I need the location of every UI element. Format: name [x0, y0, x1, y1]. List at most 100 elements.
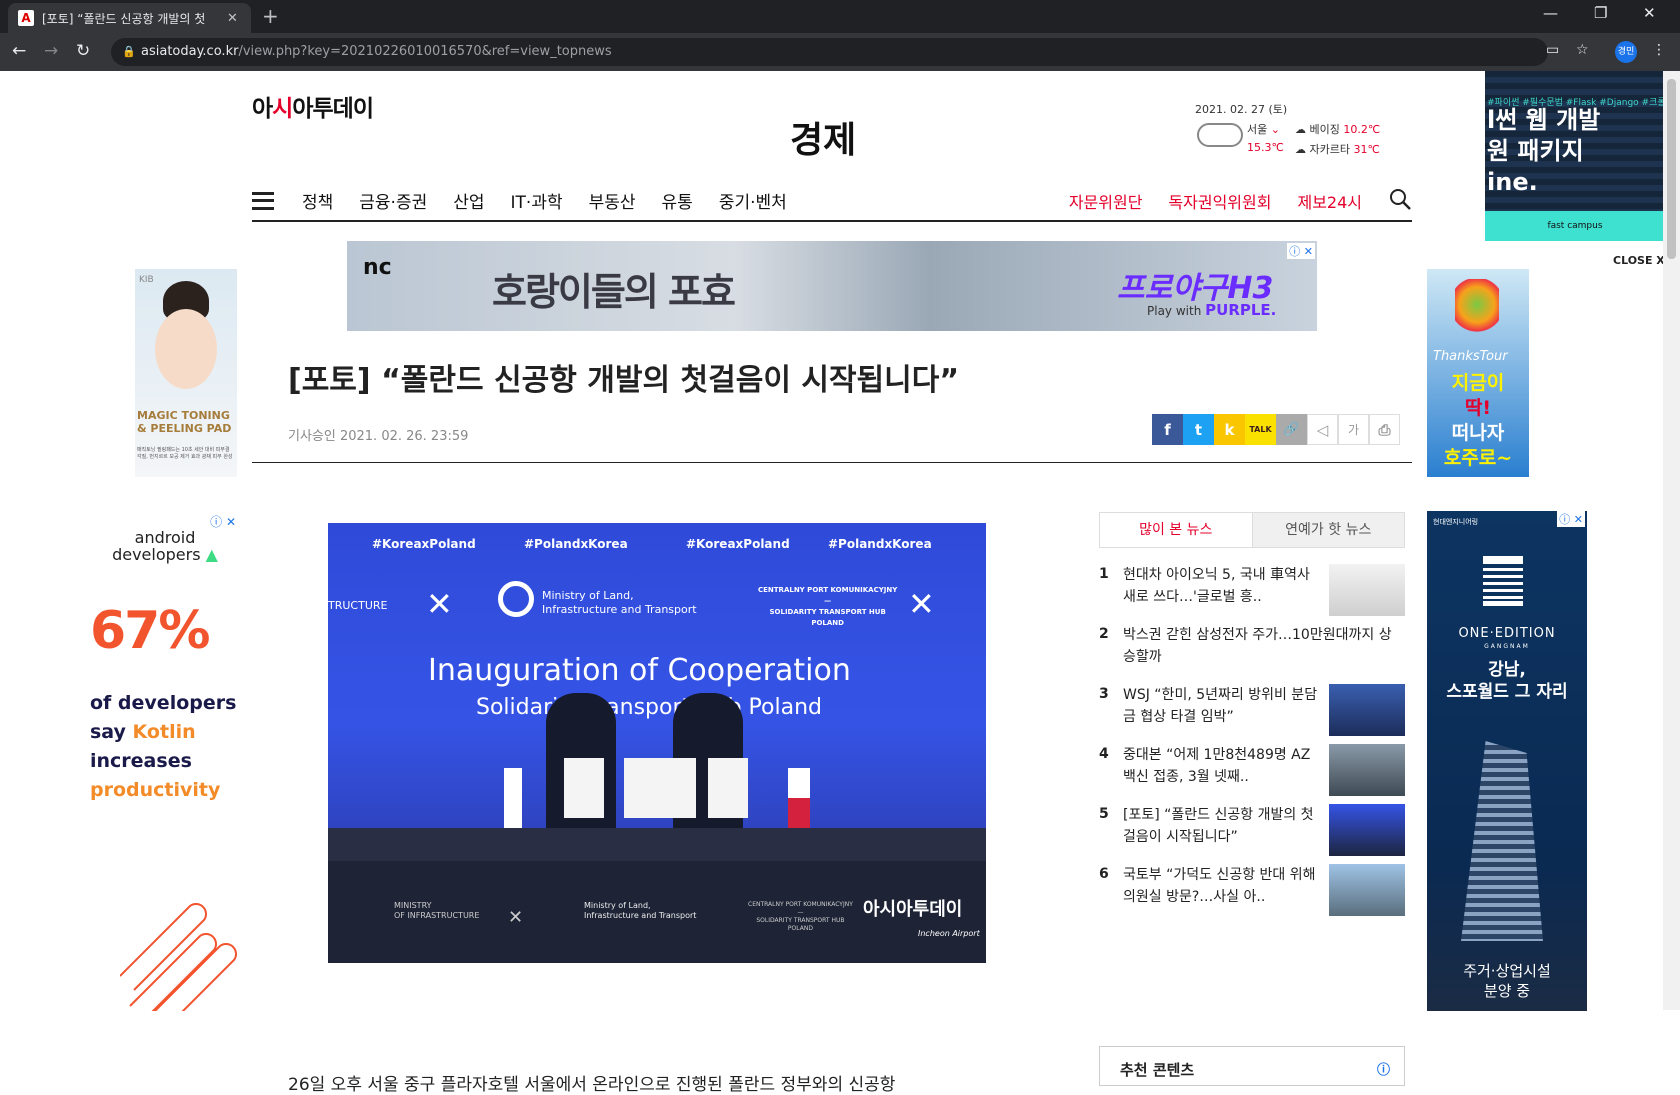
ad-choices-icon[interactable]: ⓘ ✕: [1287, 243, 1315, 259]
ranking-number: 6: [1099, 866, 1109, 882]
back-arrow-icon[interactable]: ←: [12, 41, 26, 61]
site-logo[interactable]: 아시아투데이: [252, 89, 374, 123]
weather-city-select[interactable]: 서울 ⌄: [1247, 121, 1280, 137]
nav-item-industry[interactable]: 산업: [453, 188, 484, 213]
browser-tab[interactable]: A [포토] “폴란드 신공항 개발의 첫 ✕: [8, 3, 251, 33]
article-headline: [포토] “폴란드 신공항 개발의 첫걸음이 시작됩니다”: [288, 363, 960, 398]
logo-suffix: 아투데이: [292, 96, 374, 122]
android-developers-logo: android developers ▲: [112, 528, 218, 564]
ad-choices-icon[interactable]: ⓘ ✕: [1557, 511, 1585, 527]
browser-toolbar: ← → ↻ 🔒 asiatoday.co.kr/view.php?key=202…: [0, 33, 1680, 71]
nav-item-distribution[interactable]: 유통: [662, 188, 693, 213]
forward-arrow-icon[interactable]: →: [44, 41, 58, 61]
ad-brand: nc: [363, 255, 392, 280]
minimize-button[interactable]: —: [1543, 4, 1558, 22]
right-one-edition-ad[interactable]: 현대엔지니어링 ⓘ ✕ ONE·EDITION GANGNAM 강남, 스포월드 …: [1427, 511, 1587, 1011]
nav-item-finance[interactable]: 금융·증권: [359, 188, 427, 213]
nav-item-it-science[interactable]: IT·과학: [511, 188, 563, 213]
ad-brand: ThanksTour: [1433, 349, 1508, 364]
photo-solidarity: Solidarity Transport Hub Poland: [476, 695, 823, 720]
korea-flag: [504, 768, 522, 828]
left-skyscraper-ad[interactable]: KIB MAGIC TONING & PEELING PAD 매직토닝 필링패드…: [135, 269, 237, 477]
photo-inauguration: Inauguration of Cooperation: [428, 653, 851, 688]
section-title[interactable]: 경제: [790, 111, 856, 163]
article-header-rule: [252, 462, 1412, 463]
seoul-temp: 15.3℃: [1247, 141, 1284, 154]
ranking-number: 4: [1099, 746, 1109, 762]
ranking-panel: 많이 본 뉴스 연예가 핫 뉴스 1 현대차 아이오닉 5, 국내 車역사 새로…: [1099, 512, 1405, 916]
ad-choices-icon[interactable]: ⓘ ✕: [210, 513, 236, 530]
link-copy-icon[interactable]: 🔗: [1276, 414, 1307, 445]
ad-sub-brand: GANGNAM: [1484, 643, 1530, 650]
right-skyscraper-ad[interactable]: ThanksTour 지금이 딱! 떠나자 호주로~: [1427, 269, 1529, 477]
font-size-icon[interactable]: 가: [1338, 414, 1369, 445]
recommended-content[interactable]: 추천 콘텐츠 ⓘ: [1099, 1046, 1405, 1086]
ranking-title: 현대차 아이오닉 5, 국내 車역사 새로 쓰다…'글로벌 흥..: [1123, 567, 1310, 605]
ad-brand: ONE·EDITION: [1458, 626, 1556, 641]
tab-popular-news[interactable]: 많이 본 뉴스: [1100, 513, 1252, 547]
nav-item-sme-venture[interactable]: 중기·벤처: [719, 188, 787, 213]
ranking-item[interactable]: 1 현대차 아이오닉 5, 국내 車역사 새로 쓰다…'글로벌 흥..: [1099, 556, 1405, 616]
ranking-item[interactable]: 4 중대본 “어제 1만8천489명 AZ백신 접종, 3월 넷째..: [1099, 736, 1405, 796]
close-ad-button[interactable]: CLOSE X: [1613, 254, 1665, 267]
kakaostory-share-icon[interactable]: k: [1214, 414, 1245, 445]
ranking-title: WSJ “한미, 5년짜리 방위비 분담금 협상 타결 임박”: [1123, 687, 1318, 725]
share-toolbar: f t k TALK 🔗 ◁ 가 ⎙: [1152, 414, 1400, 445]
print-icon[interactable]: ⎙: [1369, 414, 1400, 445]
ranking-number: 2: [1099, 626, 1109, 642]
scrollbar-thumb[interactable]: [1667, 79, 1676, 259]
page-scrollbar[interactable]: [1663, 71, 1680, 1010]
speaker-icon[interactable]: ◁: [1307, 414, 1338, 445]
tab-entertainment-news[interactable]: 연예가 핫 뉴스: [1251, 513, 1404, 547]
ranking-thumbnail: [1329, 684, 1405, 736]
article-body-first-line: 26일 오후 서울 중구 플라자호텔 서울에서 온라인으로 진행된 폴란드 정부…: [288, 1075, 896, 1095]
article-byline: 기사승인 2021. 02. 26. 23:59: [288, 429, 469, 444]
article-photo[interactable]: #KoreaxPoland #PolandxKorea #KoreaxPolan…: [328, 523, 986, 963]
nav-tip24[interactable]: 제보24시: [1297, 189, 1362, 213]
ranking-item[interactable]: 5 [포토] “폴란드 신공항 개발의 첫걸음이 시작됩니다”: [1099, 796, 1405, 856]
facebook-share-icon[interactable]: f: [1152, 414, 1183, 445]
kakaotalk-share-icon[interactable]: TALK: [1245, 414, 1276, 445]
nav-reader-rights[interactable]: 독자권익위원회: [1168, 189, 1271, 213]
address-bar[interactable]: 🔒 asiatoday.co.kr/view.php?key=202102260…: [111, 38, 1548, 66]
logo-prefix: 아: [252, 96, 273, 122]
close-window-button[interactable]: ✕: [1643, 4, 1656, 22]
url-path: /view.php?key=20210226010016570&ref=view…: [238, 44, 612, 59]
cloud-icon: [1197, 123, 1243, 147]
ranking-item[interactable]: 3 WSJ “한미, 5년짜리 방위비 분담금 협상 타결 임박”: [1099, 676, 1405, 736]
twitter-share-icon[interactable]: t: [1183, 414, 1214, 445]
ad-small-text: 매직토닝 필링패드는 10초 세안 대비 피부결 각질, 번지르르 모공 제거 …: [137, 447, 233, 460]
nav-item-real-estate[interactable]: 부동산: [589, 188, 636, 213]
hamburger-menu-icon[interactable]: [252, 191, 274, 210]
url-host: asiatoday.co.kr: [141, 44, 239, 59]
ranking-thumbnail: [1329, 564, 1405, 616]
tab-close-icon[interactable]: ✕: [227, 11, 245, 26]
page-content: 아시아투데이 경제 2021. 02. 27 (토) 서울 ⌄ 15.3℃ ☁ …: [0, 71, 1680, 1095]
weather-city-a: ☁ 베이징 10.2℃: [1295, 123, 1381, 136]
profile-avatar[interactable]: 경민: [1615, 41, 1637, 63]
left-android-ad[interactable]: ⓘ ✕ android developers ▲ 67% of developer…: [90, 511, 240, 1011]
nav-item-policy[interactable]: 정책: [302, 188, 333, 213]
ranking-title: 국토부 “가덕도 신공항 반대 위해 의원실 방문?…사실 아..: [1123, 867, 1316, 905]
ranking-item[interactable]: 2 박스권 갇힌 삼성전자 주가…10만원대까지 상승할까: [1099, 616, 1405, 672]
reload-icon[interactable]: ↻: [76, 41, 90, 61]
cast-blocked-icon[interactable]: ▭: [1546, 42, 1559, 58]
bookmark-star-icon[interactable]: ☆: [1576, 42, 1589, 58]
ranking-title: 박스권 갇힌 삼성전자 주가…10만원대까지 상승할까: [1123, 627, 1392, 665]
maximize-button[interactable]: ❐: [1594, 4, 1607, 22]
floating-course-ad[interactable]: #파이썬 #필수문법 #Flask #Django #크롤링 #실전 l썬 웹 …: [1485, 71, 1665, 241]
weather-city-b: ☁ 자카르타 31℃: [1295, 143, 1380, 156]
ranking-thumbnail: [1329, 804, 1405, 856]
ad-play-with: Play with PURPLE.: [1147, 301, 1277, 319]
ranking-item[interactable]: 6 국토부 “가덕도 신공항 반대 위해 의원실 방문?…사실 아..: [1099, 856, 1405, 916]
ranking-number: 1: [1099, 566, 1109, 582]
nav-advisory[interactable]: 자문위원단: [1069, 189, 1143, 213]
ad-info-icon[interactable]: ⓘ: [1377, 1059, 1390, 1078]
photo-bottom-right: CENTRALNY PORT KOMUNIKACYJNY — SOLIDARIT…: [748, 901, 853, 932]
search-icon[interactable]: [1388, 187, 1412, 211]
menu-kebab-icon[interactable]: ⋮: [1652, 42, 1666, 58]
banner-ad[interactable]: nc 호랑이들의 포효 프로야구H3 Play with PURPLE. ⓘ ✕: [347, 241, 1317, 331]
photo-document: [656, 758, 696, 818]
new-tab-button[interactable]: +: [262, 4, 279, 28]
main-navigation: 정책 금융·증권 산업 IT·과학 부동산 유통 중기·벤처 자문위원단 독자권…: [252, 181, 1412, 222]
